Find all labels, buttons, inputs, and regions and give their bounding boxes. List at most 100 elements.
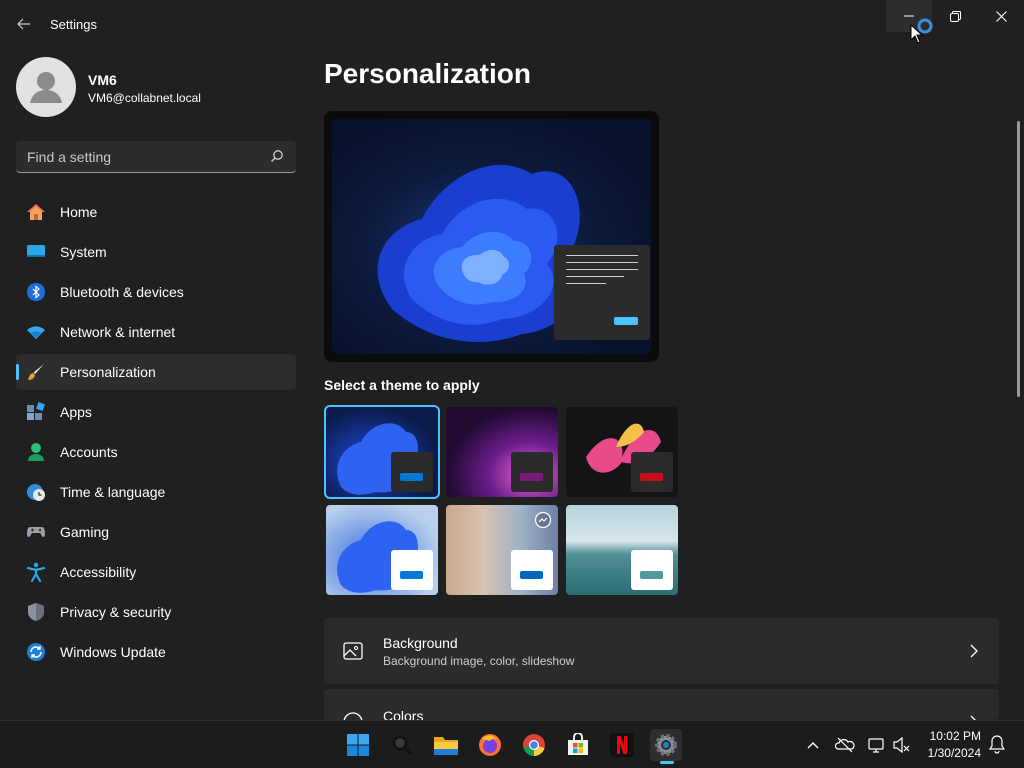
page-title: Personalization bbox=[324, 58, 531, 89]
sidebar-item-system[interactable]: System bbox=[16, 234, 296, 270]
theme-windows-spotlight[interactable] bbox=[446, 505, 558, 595]
restore-button[interactable] bbox=[932, 0, 978, 32]
brush-icon bbox=[28, 364, 44, 380]
sidebar-item-bluetooth[interactable]: Bluetooth & devices bbox=[16, 274, 296, 310]
shield-icon bbox=[28, 603, 44, 621]
theme-accent-bar bbox=[640, 571, 663, 579]
search-icon bbox=[392, 735, 412, 755]
close-button[interactable] bbox=[978, 0, 1024, 32]
sidebar-item-label: Windows Update bbox=[60, 644, 166, 660]
search-box[interactable] bbox=[16, 141, 296, 173]
sidebar-item-accounts[interactable]: Accounts bbox=[16, 434, 296, 470]
sidebar-item-label: Network & internet bbox=[60, 324, 176, 340]
sidebar-item-network[interactable]: Network & internet bbox=[16, 314, 296, 350]
theme-accent-bar bbox=[400, 571, 423, 579]
theme-mini-window bbox=[631, 452, 673, 492]
card-title: Background bbox=[383, 635, 458, 651]
spotlight-badge-icon bbox=[534, 511, 552, 529]
theme-light-bloom[interactable] bbox=[326, 505, 438, 595]
theme-flow[interactable] bbox=[566, 505, 678, 595]
back-arrow-icon bbox=[17, 18, 30, 30]
scrollbar[interactable] bbox=[1017, 121, 1020, 397]
firefox-button[interactable] bbox=[474, 729, 506, 761]
firefox-icon bbox=[479, 734, 501, 756]
chevron-right-icon bbox=[970, 644, 978, 658]
accounts-icon bbox=[28, 443, 44, 461]
sidebar-item-home[interactable]: Home bbox=[16, 194, 296, 230]
theme-dark-bloom[interactable] bbox=[324, 405, 440, 499]
theme-glow[interactable] bbox=[446, 407, 558, 497]
preview-text-line bbox=[566, 276, 624, 277]
sidebar-item-label: Apps bbox=[60, 404, 92, 420]
system-icon bbox=[27, 245, 45, 257]
background-image-icon bbox=[343, 642, 363, 660]
sidebar-item-gaming[interactable]: Gaming bbox=[16, 514, 296, 550]
sidebar-item-label: Privacy & security bbox=[60, 604, 172, 620]
network-icon[interactable] bbox=[867, 735, 887, 755]
start-icon bbox=[347, 734, 369, 756]
search-input[interactable] bbox=[16, 141, 269, 173]
back-button[interactable] bbox=[12, 12, 36, 36]
theme-mini-window bbox=[511, 550, 553, 590]
sidebar-item-apps[interactable]: Apps bbox=[16, 394, 296, 430]
avatar[interactable] bbox=[16, 57, 76, 117]
theme-mini-window bbox=[631, 550, 673, 590]
bluetooth-icon bbox=[27, 283, 45, 301]
netflix-icon bbox=[610, 733, 634, 757]
theme-captured-motion[interactable] bbox=[566, 407, 678, 497]
sidebar-item-label: Time & language bbox=[60, 484, 166, 500]
sidebar-item-privacy-security[interactable]: Privacy & security bbox=[16, 594, 296, 630]
clock-time[interactable]: 10:02 PM bbox=[905, 729, 981, 743]
settings-button[interactable] bbox=[650, 729, 682, 761]
file-explorer-icon bbox=[434, 737, 458, 755]
theme-mini-window bbox=[391, 550, 433, 590]
sidebar-item-label: Accounts bbox=[60, 444, 118, 460]
globe-clock-icon bbox=[27, 484, 45, 501]
start-button[interactable] bbox=[342, 729, 374, 761]
settings-icon bbox=[655, 734, 677, 756]
apps-icon bbox=[27, 402, 45, 420]
netflix-button[interactable] bbox=[606, 729, 638, 761]
colors-setting-card[interactable]: Colors bbox=[324, 689, 999, 720]
onedrive-icon[interactable] bbox=[835, 735, 855, 755]
sidebar-item-label: Accessibility bbox=[60, 564, 137, 580]
busy-spinner-icon bbox=[917, 18, 933, 34]
sidebar-item-label: Bluetooth & devices bbox=[60, 284, 184, 300]
search-icon[interactable] bbox=[270, 149, 284, 163]
clock-date[interactable]: 1/30/2024 bbox=[905, 746, 981, 760]
sidebar-item-label: Personalization bbox=[60, 364, 156, 380]
sidebar-item-label: Gaming bbox=[60, 524, 110, 540]
preview-window bbox=[554, 245, 650, 340]
user-email: VM6@collabnet.local bbox=[88, 91, 201, 105]
sidebar-item-time-language[interactable]: Time & language bbox=[16, 474, 296, 510]
active-app-indicator bbox=[660, 761, 674, 764]
selection-indicator bbox=[16, 364, 19, 380]
preview-text-line bbox=[566, 269, 638, 270]
minimize-icon bbox=[904, 15, 914, 17]
file-explorer-button[interactable] bbox=[430, 729, 462, 761]
theme-accent-bar bbox=[520, 473, 543, 481]
accessibility-icon bbox=[26, 562, 46, 582]
app-title: Settings bbox=[50, 17, 97, 32]
user-name: VM6 bbox=[88, 72, 117, 88]
gamepad-icon bbox=[27, 527, 45, 538]
theme-preview bbox=[324, 111, 659, 362]
sidebar-item-personalization[interactable]: Personalization bbox=[16, 354, 296, 390]
sidebar-item-accessibility[interactable]: Accessibility bbox=[16, 554, 296, 590]
home-icon bbox=[27, 204, 45, 220]
theme-mini-window bbox=[511, 452, 553, 492]
microsoft-store-button[interactable] bbox=[562, 729, 594, 761]
wifi-icon bbox=[27, 326, 45, 339]
sidebar-item-windows-update[interactable]: Windows Update bbox=[16, 634, 296, 670]
user-silhouette-icon bbox=[30, 72, 62, 103]
preview-wallpaper bbox=[332, 119, 651, 354]
chevron-up-icon[interactable] bbox=[803, 735, 823, 755]
chrome-icon bbox=[523, 734, 545, 756]
title-bar: Settings bbox=[0, 0, 1024, 48]
theme-accent-bar bbox=[520, 571, 543, 579]
bell-icon[interactable] bbox=[987, 734, 1007, 754]
taskbar-search-button[interactable] bbox=[386, 729, 418, 761]
chrome-button[interactable] bbox=[518, 729, 550, 761]
preview-text-line bbox=[566, 283, 606, 284]
background-setting-card[interactable]: Background Background image, color, slid… bbox=[324, 618, 999, 684]
